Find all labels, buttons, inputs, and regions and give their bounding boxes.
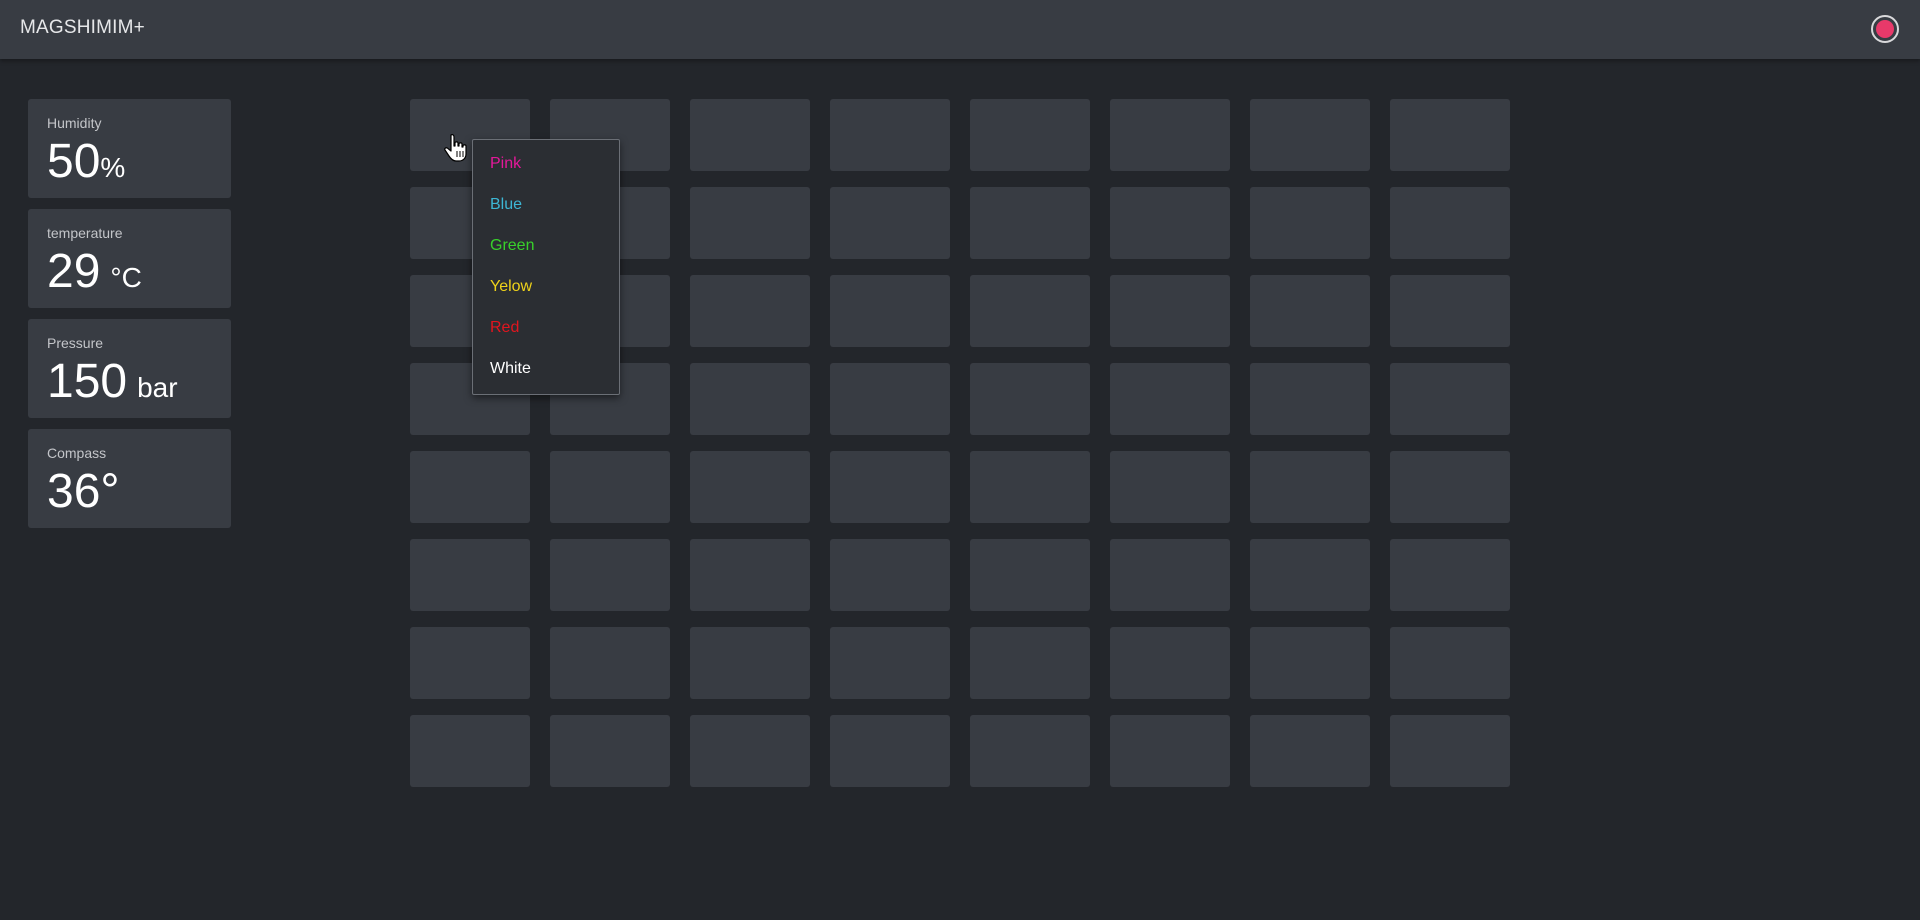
grid-cell[interactable] [970, 187, 1090, 259]
hand-pointer-icon [444, 134, 467, 162]
grid-cell[interactable] [1390, 363, 1510, 435]
grid-cell[interactable] [830, 275, 950, 347]
grid-cell[interactable] [830, 363, 950, 435]
grid-cell[interactable] [830, 715, 950, 787]
color-menu: Pink Blue Green Yelow Red White [472, 139, 620, 395]
compass-label: Compass [47, 445, 107, 461]
grid-cell[interactable] [690, 627, 810, 699]
humidity-unit: % [100, 152, 126, 183]
grid-cell[interactable] [970, 451, 1090, 523]
grid-cell[interactable] [830, 539, 950, 611]
top-bar: MAGSHIMIM+ [0, 0, 1920, 59]
grid-cell[interactable] [1250, 187, 1370, 259]
pressure-label: Pressure [47, 335, 104, 351]
grid-cell[interactable] [550, 627, 670, 699]
grid-cell[interactable] [1390, 451, 1510, 523]
app-title: MAGSHIMIM+ [20, 17, 145, 38]
grid-cell[interactable] [410, 539, 530, 611]
grid-cell[interactable] [1110, 187, 1230, 259]
grid-cell[interactable] [1390, 99, 1510, 171]
temperature-value: 29 [47, 245, 101, 298]
grid-cell[interactable] [690, 363, 810, 435]
grid-cell[interactable] [1390, 627, 1510, 699]
pressure-card: Pressure 150 bar [28, 319, 231, 418]
grid-cell[interactable] [970, 627, 1090, 699]
grid-cell[interactable] [830, 187, 950, 259]
temperature-unit: °C [110, 262, 142, 293]
humidity-value: 50 [47, 135, 101, 188]
grid-cell[interactable] [970, 99, 1090, 171]
grid-cell[interactable] [690, 99, 810, 171]
grid-cell[interactable] [1250, 275, 1370, 347]
grid-cell[interactable] [410, 715, 530, 787]
grid-cell[interactable] [1110, 451, 1230, 523]
grid-cell[interactable] [1390, 715, 1510, 787]
grid-cell[interactable] [1110, 275, 1230, 347]
grid-cell[interactable] [1250, 451, 1370, 523]
menu-item-red[interactable]: Red [490, 319, 519, 337]
grid-cell[interactable] [830, 627, 950, 699]
grid-cell[interactable] [1110, 627, 1230, 699]
menu-item-white[interactable]: White [490, 360, 531, 378]
grid-cell[interactable] [1250, 99, 1370, 171]
pressure-reading: 150 bar [47, 355, 212, 409]
temperature-card: temperature 29 °C [28, 209, 231, 308]
grid-cell[interactable] [690, 275, 810, 347]
grid-cell[interactable] [690, 539, 810, 611]
grid-cell[interactable] [970, 275, 1090, 347]
compass-reading: 36° [47, 465, 212, 519]
grid-cell[interactable] [690, 187, 810, 259]
grid-cell[interactable] [1250, 363, 1370, 435]
humidity-label: Humidity [47, 115, 102, 131]
grid-cell[interactable] [1110, 539, 1230, 611]
grid-cell[interactable] [550, 451, 670, 523]
temperature-label: temperature [47, 225, 123, 241]
grid-cell[interactable] [550, 539, 670, 611]
grid-cell[interactable] [1250, 539, 1370, 611]
menu-item-pink[interactable]: Pink [490, 155, 521, 173]
grid-cell[interactable] [1390, 187, 1510, 259]
compass-value: 36° [47, 465, 120, 518]
compass-card: Compass 36° [28, 429, 231, 528]
grid-cell[interactable] [690, 451, 810, 523]
grid-cell[interactable] [410, 627, 530, 699]
grid-cell[interactable] [830, 451, 950, 523]
humidity-card: Humidity 50% [28, 99, 231, 198]
menu-item-green[interactable]: Green [490, 237, 534, 255]
grid-cell[interactable] [410, 451, 530, 523]
grid-cell[interactable] [1110, 715, 1230, 787]
grid-cell[interactable] [1390, 539, 1510, 611]
temperature-reading: 29 °C [47, 245, 212, 299]
humidity-reading: 50% [47, 135, 212, 189]
menu-item-yellow[interactable]: Yelow [490, 278, 532, 296]
grid-cell[interactable] [1110, 99, 1230, 171]
grid-cell[interactable] [970, 363, 1090, 435]
record-icon [1876, 20, 1894, 38]
menu-item-blue[interactable]: Blue [490, 196, 522, 214]
grid-cell[interactable] [690, 715, 810, 787]
pressure-value: 150 [47, 355, 128, 408]
grid-cell[interactable] [830, 99, 950, 171]
grid-cell[interactable] [550, 715, 670, 787]
grid-cell[interactable] [1250, 627, 1370, 699]
record-button[interactable] [1871, 15, 1899, 43]
grid-cell[interactable] [1250, 715, 1370, 787]
grid-cell[interactable] [970, 715, 1090, 787]
grid-cell[interactable] [1110, 363, 1230, 435]
grid-cell[interactable] [1390, 275, 1510, 347]
grid-cell[interactable] [970, 539, 1090, 611]
pressure-unit: bar [137, 372, 178, 403]
